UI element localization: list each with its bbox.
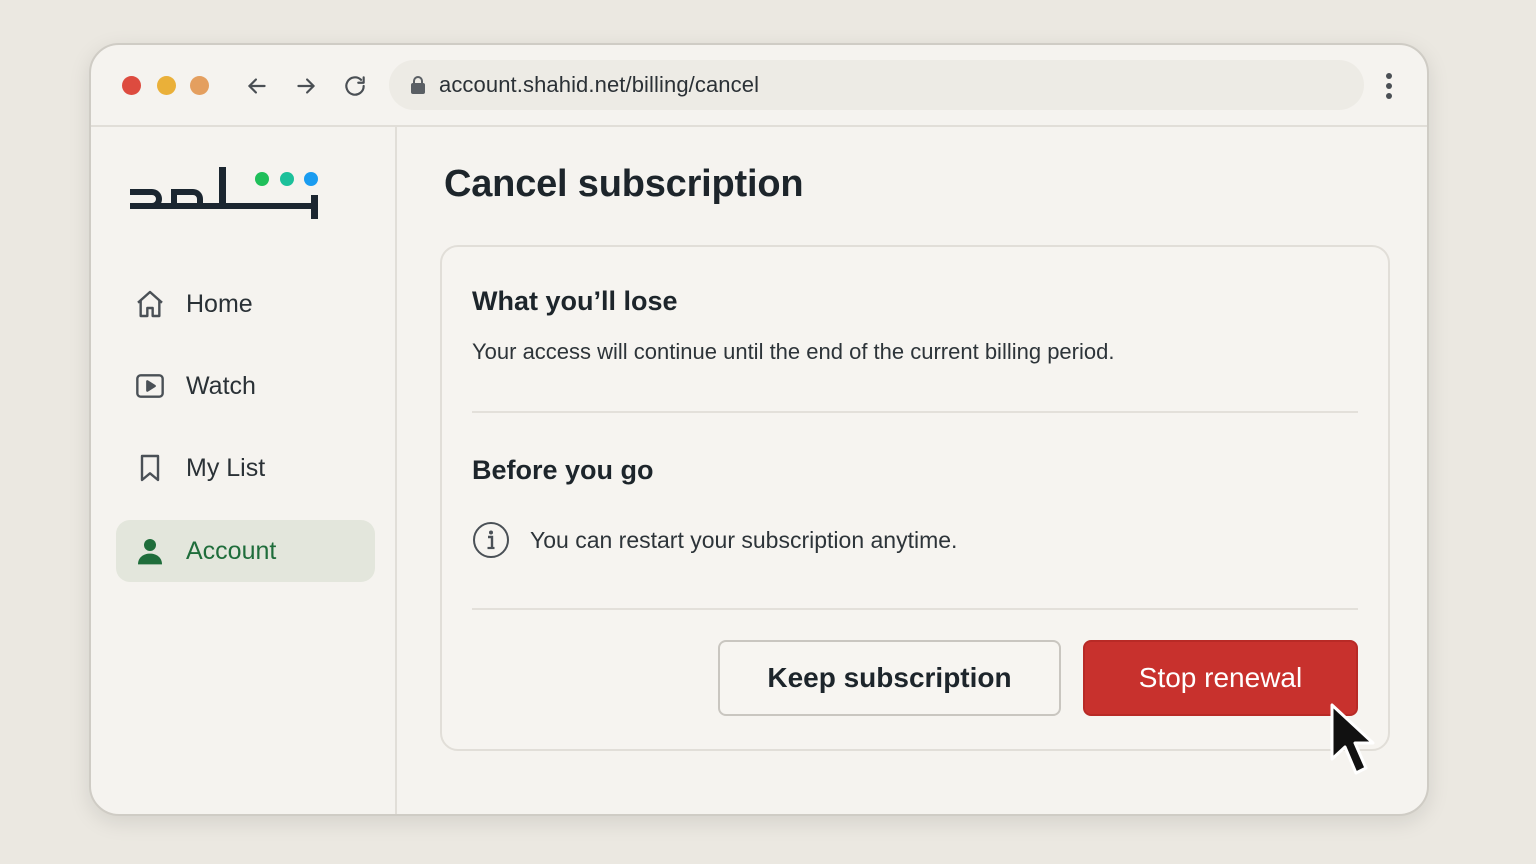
keep-subscription-button[interactable]: Keep subscription <box>718 640 1061 716</box>
divider <box>472 608 1358 610</box>
info-text: You can restart your subscription anytim… <box>530 526 958 553</box>
reload-icon <box>345 76 365 96</box>
divider <box>472 411 1358 413</box>
user-icon <box>133 534 167 568</box>
info-note: You can restart your subscription anytim… <box>472 521 957 559</box>
close-window-button[interactable] <box>122 76 141 95</box>
page-title: Cancel subscription <box>444 163 804 205</box>
lose-heading: What you’ll lose <box>472 286 678 316</box>
sidebar-item-watch[interactable]: Watch <box>116 355 375 417</box>
sidebar-item-my-list[interactable]: My List <box>116 437 375 499</box>
lock-icon <box>409 75 427 95</box>
arrow-left-icon <box>248 78 266 94</box>
back-button[interactable] <box>241 70 273 102</box>
stop-renewal-button[interactable]: Stop renewal <box>1083 640 1358 716</box>
arrow-right-icon <box>297 78 315 94</box>
forward-button[interactable] <box>290 70 322 102</box>
play-icon <box>133 369 167 403</box>
cancel-card: What you’ll lose Your access will contin… <box>440 245 1390 751</box>
maximize-window-button[interactable] <box>190 76 209 95</box>
before-heading: Before you go <box>472 455 654 485</box>
minimize-window-button[interactable] <box>157 76 176 95</box>
browser-toolbar: account.shahid.net/billing/cancel <box>91 45 1427 127</box>
sidebar: Home Watch My List Account <box>91 125 397 814</box>
browser-window: account.shahid.net/billing/cancel Home W… <box>89 43 1429 816</box>
sidebar-item-home[interactable]: Home <box>116 273 375 335</box>
lose-description: Your access will continue until the end … <box>472 339 1115 364</box>
info-icon <box>472 521 510 559</box>
bookmark-icon <box>133 451 167 485</box>
sidebar-item-label: My List <box>186 453 266 482</box>
sidebar-item-label: Account <box>186 536 277 565</box>
sidebar-item-label: Watch <box>186 371 256 400</box>
sidebar-item-account[interactable]: Account <box>116 520 375 582</box>
sidebar-item-label: Home <box>186 289 253 318</box>
address-bar[interactable]: account.shahid.net/billing/cancel <box>389 60 1364 110</box>
shahid-logo[interactable] <box>127 159 323 219</box>
url-text: account.shahid.net/billing/cancel <box>439 72 760 97</box>
browser-menu-icon[interactable] <box>1377 69 1401 103</box>
home-icon <box>133 287 167 321</box>
reload-button[interactable] <box>339 70 371 102</box>
